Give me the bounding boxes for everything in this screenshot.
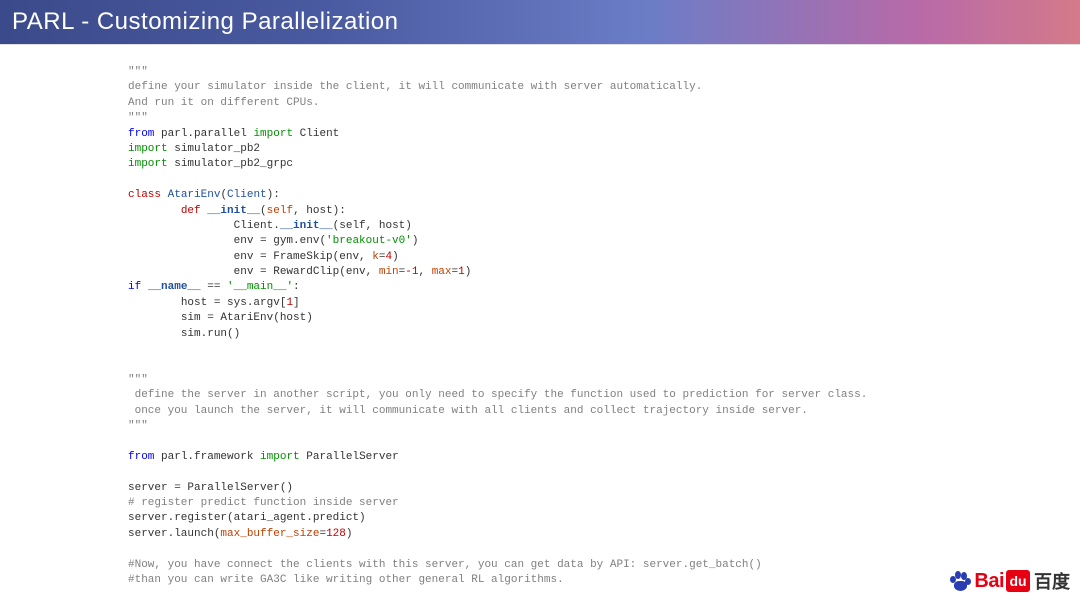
class-name: ParallelServer xyxy=(306,451,398,463)
baidu-logo: Bai du 百度 xyxy=(948,568,1070,594)
docstring-quote: """ xyxy=(128,420,148,432)
self-arg: self xyxy=(267,205,293,217)
comment: # register predict function inside serve… xyxy=(128,497,399,509)
args: (self, host) xyxy=(333,220,412,232)
logo-bai: Bai xyxy=(974,570,1004,593)
kw-import: import xyxy=(253,128,293,140)
kw-from: from xyxy=(128,451,154,463)
kw-import: import xyxy=(128,158,168,170)
module-name: parl.framework xyxy=(161,451,253,463)
assign: env = RewardClip(env, xyxy=(234,266,379,278)
docstring-line: define your simulator inside the client,… xyxy=(128,81,702,93)
slide-header: PARL - Customizing Parallelization xyxy=(0,0,1080,44)
assign: env = gym.env( xyxy=(234,235,326,247)
docstring-quote: """ xyxy=(128,374,148,386)
string: '__main__' xyxy=(227,281,293,293)
kwarg: max_buffer_size xyxy=(220,528,319,540)
kw-import: import xyxy=(128,143,168,155)
module-name: simulator_pb2 xyxy=(174,143,260,155)
comment: #Now, you have connect the clients with … xyxy=(128,559,762,571)
kwarg: min xyxy=(379,266,399,278)
call: sim.run() xyxy=(181,328,240,340)
assign: host = sys.argv[ xyxy=(181,297,287,309)
string: 'breakout-v0' xyxy=(326,235,412,247)
class-name: Client xyxy=(300,128,340,140)
assign: env = FrameSkip(env, xyxy=(234,251,373,263)
assign: server = ParallelServer() xyxy=(128,482,293,494)
kw-from: from xyxy=(128,128,154,140)
docstring-quote: """ xyxy=(128,66,148,78)
call: Client. xyxy=(234,220,280,232)
number: 4 xyxy=(385,251,392,263)
call: server.register(atari_agent.predict) xyxy=(128,512,366,524)
kw-def: def xyxy=(181,205,201,217)
number: 128 xyxy=(326,528,346,540)
kw-import: import xyxy=(260,451,300,463)
name-dunder: __name__ xyxy=(148,281,201,293)
comment: #than you can write GA3C like writing ot… xyxy=(128,574,564,586)
docstring-line: define the server in another script, you… xyxy=(128,389,867,401)
docstring-line: once you launch the server, it will comm… xyxy=(128,405,808,417)
module-name: parl.parallel xyxy=(161,128,247,140)
docstring-line: And run it on different CPUs. xyxy=(128,97,319,109)
logo-cn: 百度 xyxy=(1034,568,1070,594)
code-block: """ define your simulator inside the cli… xyxy=(128,65,952,588)
call: server.launch( xyxy=(128,528,220,540)
slide-title: PARL - Customizing Parallelization xyxy=(12,8,398,36)
number: -1 xyxy=(405,266,418,278)
class-def-name: AtariEnv xyxy=(168,189,221,201)
arg: host xyxy=(306,205,332,217)
kwarg: max xyxy=(432,266,452,278)
module-name: simulator_pb2_grpc xyxy=(174,158,293,170)
kw-if: if xyxy=(128,281,141,293)
init-method: __init__ xyxy=(207,205,260,217)
logo-du: du xyxy=(1006,570,1030,592)
kw-class: class xyxy=(128,189,161,201)
number: 1 xyxy=(458,266,465,278)
docstring-quote: """ xyxy=(128,112,148,124)
init-call: __init__ xyxy=(280,220,333,232)
assign: sim = AtariEnv(host) xyxy=(181,312,313,324)
base-class: Client xyxy=(227,189,267,201)
kwarg: k xyxy=(372,251,379,263)
header-separator xyxy=(0,44,1080,45)
number: 1 xyxy=(286,297,293,309)
paw-icon xyxy=(948,570,972,592)
